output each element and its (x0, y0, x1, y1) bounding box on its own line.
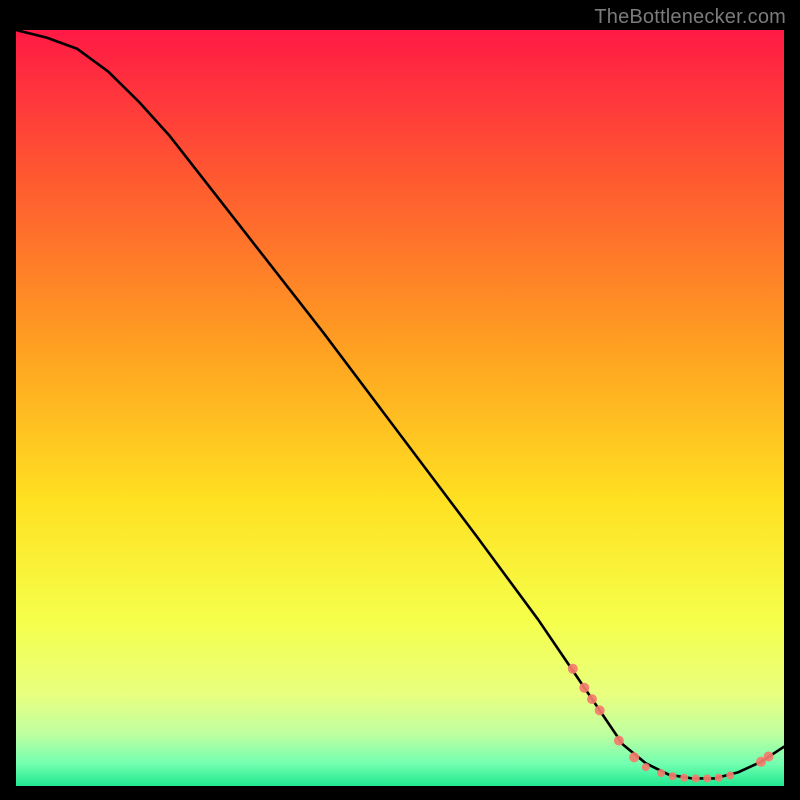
data-marker (726, 771, 734, 779)
data-marker (669, 772, 677, 780)
data-marker (629, 752, 639, 762)
data-marker (680, 774, 688, 782)
plot-area (16, 30, 784, 786)
data-marker (579, 683, 589, 693)
data-marker (715, 774, 723, 782)
data-marker (642, 763, 650, 771)
data-marker (568, 664, 578, 674)
data-marker (764, 752, 774, 762)
data-marker (692, 774, 700, 782)
data-marker (614, 736, 624, 746)
chart-svg (16, 30, 784, 786)
data-marker (587, 694, 597, 704)
gradient-bg (16, 30, 784, 786)
data-marker (595, 705, 605, 715)
chart-frame: TheBottlenecker.com (0, 0, 800, 800)
data-marker (703, 774, 711, 782)
watermark-text: TheBottlenecker.com (594, 6, 786, 29)
data-marker (657, 769, 665, 777)
